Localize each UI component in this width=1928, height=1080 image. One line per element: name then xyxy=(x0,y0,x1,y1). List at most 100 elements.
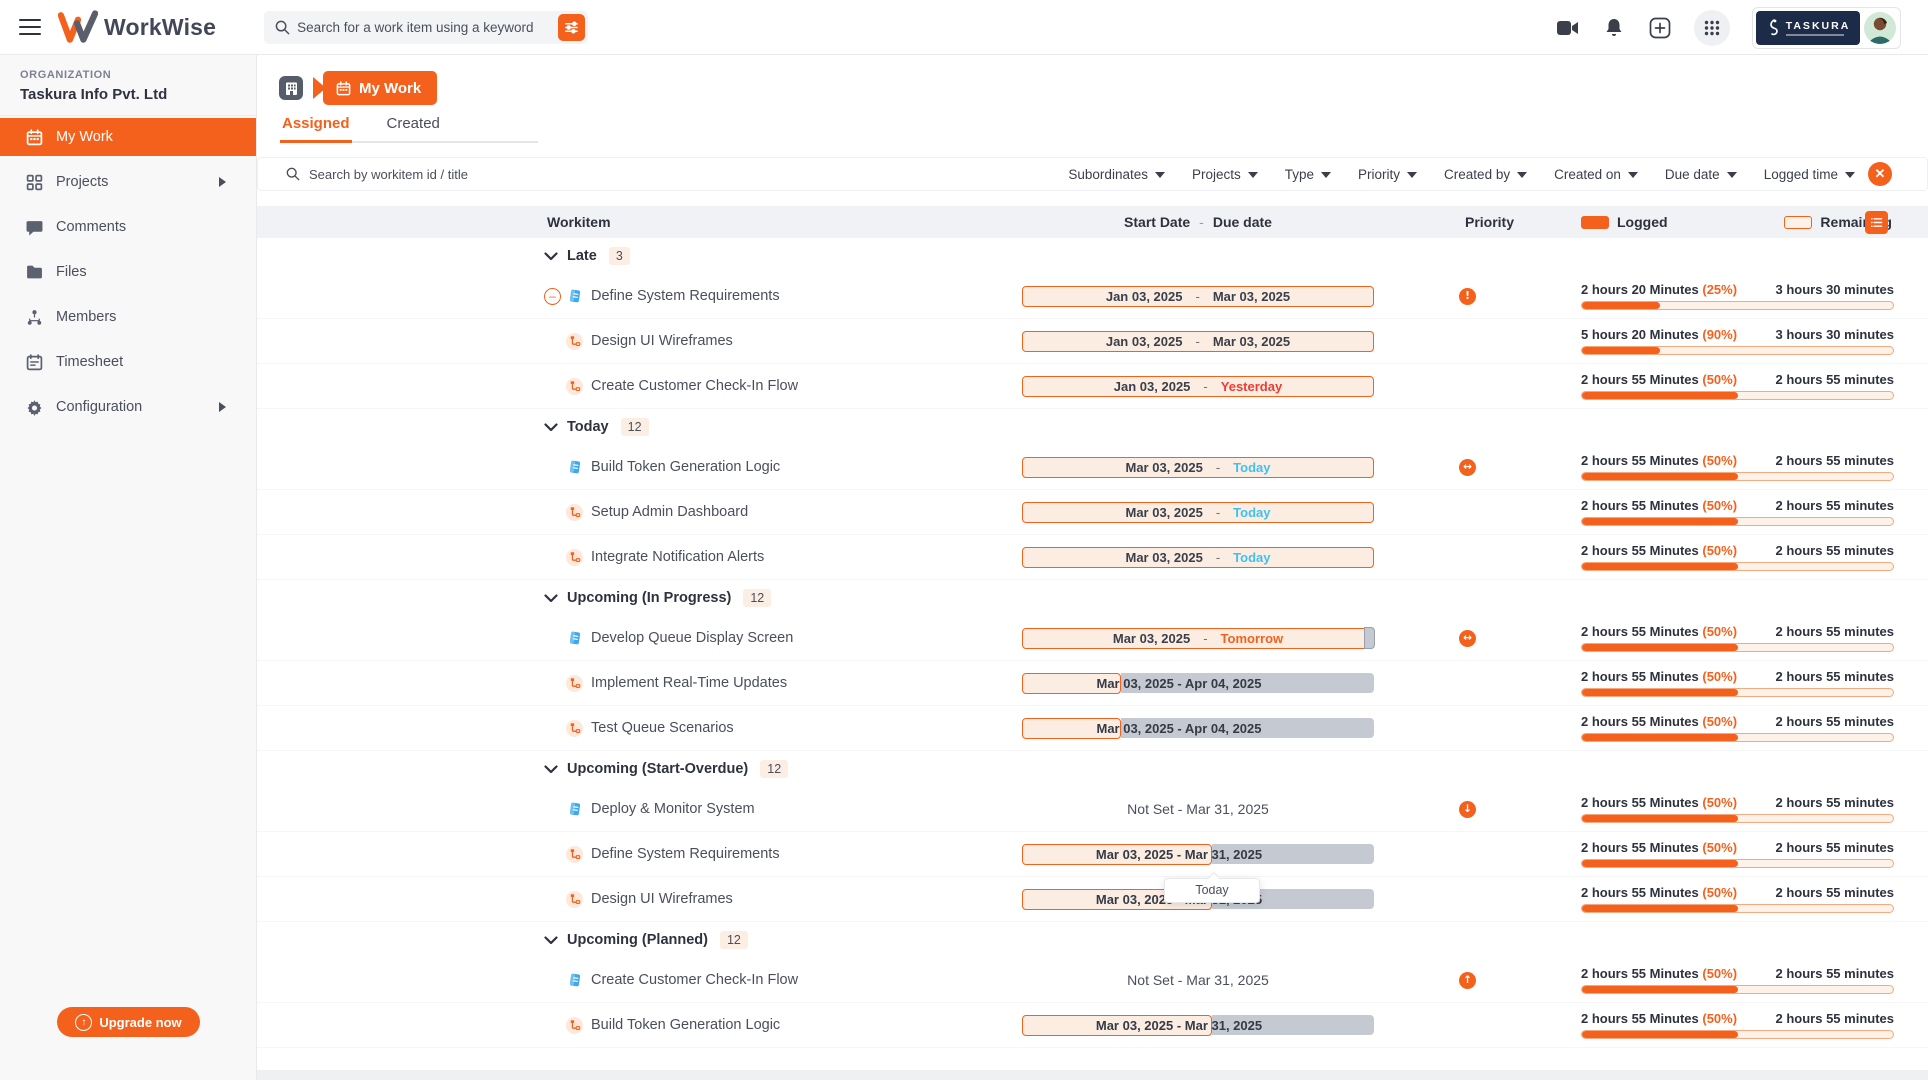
task-icon xyxy=(566,630,583,647)
date-range-pill[interactable]: Mar 03, 2025-Today xyxy=(1022,502,1374,523)
progress-fill xyxy=(1582,986,1738,993)
upgrade-now-button[interactable]: ↑ Upgrade now xyxy=(57,1007,200,1037)
folder-icon xyxy=(25,263,43,281)
filter-label: Due date xyxy=(1665,167,1720,182)
tab-created[interactable]: Created xyxy=(385,111,442,141)
sidebar-item-projects[interactable]: Projects xyxy=(0,163,256,201)
sidebar-item-comments[interactable]: Comments xyxy=(0,208,256,246)
group-header-upcoming-start-overdue-[interactable]: Upcoming (Start-Overdue)12 xyxy=(257,751,1928,787)
date-range-pill[interactable]: Mar 03, 2025-Today xyxy=(1022,457,1374,478)
remaining-time: 2 hours 55 minutes xyxy=(1776,714,1894,729)
search-filter-button[interactable] xyxy=(558,14,585,41)
workitem-title[interactable]: Create Customer Check-In Flow xyxy=(591,378,798,394)
hamburger-menu-icon[interactable] xyxy=(19,15,41,40)
global-search-input[interactable] xyxy=(297,20,588,35)
priority-medium-icon[interactable]: ↔ xyxy=(1459,459,1476,476)
sidebar-item-configuration[interactable]: Configuration xyxy=(0,388,256,426)
workitem-title[interactable]: Create Customer Check-In Flow xyxy=(591,972,798,988)
sidebar-item-timesheet[interactable]: Timesheet xyxy=(0,343,256,381)
workitem-title[interactable]: Build Token Generation Logic xyxy=(591,459,780,475)
sidebar-item-my-work[interactable]: My Work xyxy=(0,118,256,156)
date-gantt-bar[interactable]: Mar 03, 2025 - Mar 31, 2025 xyxy=(1022,1015,1374,1036)
workitem-title[interactable]: Deploy & Monitor System xyxy=(591,801,755,817)
date-range-pill[interactable]: Jan 03, 2025-Yesterday xyxy=(1022,376,1374,397)
workitem-title[interactable]: Implement Real-Time Updates xyxy=(591,675,787,691)
table-row[interactable]: Design UI Wireframes Jan 03, 2025-Mar 03,… xyxy=(257,319,1928,364)
workitem-title[interactable]: Integrate Notification Alerts xyxy=(591,549,764,565)
date-range-pill[interactable]: Jan 03, 2025-Mar 03, 2025 xyxy=(1022,286,1374,307)
date-gantt-bar[interactable]: Mar 03, 2025 - Apr 04, 2025 xyxy=(1022,673,1374,694)
priority-low-icon[interactable]: ↓ xyxy=(1459,801,1476,818)
workitem-title[interactable]: Design UI Wireframes xyxy=(591,333,733,349)
filter-created-on[interactable]: Created on xyxy=(1554,167,1638,182)
notifications-bell-icon[interactable] xyxy=(1602,16,1626,40)
task-icon xyxy=(566,459,583,476)
date-range-pill[interactable]: Jan 03, 2025-Mar 03, 2025 xyxy=(1022,331,1374,352)
logged-percent: (50%) xyxy=(1702,498,1737,513)
table-row[interactable]: Create Customer Check-In Flow Jan 03, 202… xyxy=(257,364,1928,409)
group-header-late[interactable]: Late3 xyxy=(257,238,1928,274)
workitem-title[interactable]: Test Queue Scenarios xyxy=(591,720,734,736)
priority-medium-icon[interactable]: ↔ xyxy=(1459,630,1476,647)
chevron-right-icon xyxy=(219,402,226,412)
column-workitem: Workitem xyxy=(547,214,1022,230)
organization-building-icon[interactable] xyxy=(279,76,303,100)
date-range-pill[interactable]: Mar 03, 2025-Today xyxy=(1022,547,1374,568)
table-row[interactable]: Develop Queue Display Screen Mar 03, 2025… xyxy=(257,616,1928,661)
sidebar-item-files[interactable]: Files xyxy=(0,253,256,291)
group-header-upcoming-in-progress-[interactable]: Upcoming (In Progress)12 xyxy=(257,580,1928,616)
progress-track xyxy=(1581,562,1894,571)
table-row[interactable]: Setup Admin DashboardMar 03, 2025-Today2… xyxy=(257,490,1928,535)
my-work-breadcrumb-tag[interactable]: My Work xyxy=(323,71,437,105)
filter-type[interactable]: Type xyxy=(1285,167,1331,182)
comment-icon xyxy=(25,218,43,236)
filter-logged-time[interactable]: Logged time xyxy=(1764,167,1855,182)
workitem-title[interactable]: Define System Requirements xyxy=(591,288,780,304)
calendar-icon xyxy=(336,81,351,96)
filter-created-by[interactable]: Created by xyxy=(1444,167,1527,182)
remaining-time: 2 hours 55 minutes xyxy=(1776,966,1894,981)
video-call-icon[interactable] xyxy=(1556,16,1580,40)
chevron-down-icon xyxy=(1727,172,1737,178)
priority-high-icon[interactable]: ↑ xyxy=(1459,972,1476,989)
table-row[interactable]: Integrate Notification Alerts Mar 03, 202… xyxy=(257,535,1928,580)
date-gantt-bar[interactable]: Mar 03, 2025 - Apr 04, 2025 xyxy=(1022,718,1374,739)
table-row[interactable]: Design UI WireframesMar 03, 2025 - Mar 3… xyxy=(257,877,1928,922)
table-row[interactable]: Implement Real-Time Updates Mar 03, 2025 … xyxy=(257,661,1928,706)
workitem-title[interactable]: Build Token Generation Logic xyxy=(591,1017,780,1033)
filter-projects[interactable]: Projects xyxy=(1192,167,1258,182)
workitem-title[interactable]: Define System Requirements xyxy=(591,846,780,862)
customize-columns-button[interactable] xyxy=(1865,211,1888,234)
group-header-upcoming-planned-[interactable]: Upcoming (Planned)12 xyxy=(257,922,1928,958)
table-row[interactable]: Define System Requirements Mar 03, 2025 -… xyxy=(257,832,1928,877)
clear-filters-button[interactable]: ✕ xyxy=(1868,162,1892,186)
workitem-title[interactable]: Develop Queue Display Screen xyxy=(591,630,793,646)
apps-grid-icon[interactable] xyxy=(1694,10,1730,46)
priority-urgent-icon[interactable]: ! xyxy=(1459,288,1476,305)
table-row[interactable]: Build Token Generation Logic Mar 03, 2025… xyxy=(257,1003,1928,1048)
filter-due-date[interactable]: Due date xyxy=(1665,167,1737,182)
workitem-title[interactable]: Setup Admin Dashboard xyxy=(591,504,748,520)
table-row[interactable]: Create Customer Check-In FlowNot Set - M… xyxy=(257,958,1928,1003)
sidebar-item-members[interactable]: Members xyxy=(0,298,256,336)
table-row[interactable]: Test Queue Scenarios Mar 03, 2025 - Apr 0… xyxy=(257,706,1928,751)
user-avatar[interactable] xyxy=(1864,12,1896,44)
group-header-today[interactable]: Today12 xyxy=(257,409,1928,445)
filter-priority[interactable]: Priority xyxy=(1358,167,1417,182)
date-gantt-bar[interactable]: Mar 03, 2025 - Mar 31, 2025 xyxy=(1022,844,1374,865)
workitem-title[interactable]: Design UI Wireframes xyxy=(591,891,733,907)
collapse-toggle[interactable]: – xyxy=(544,288,566,305)
table-row[interactable]: Deploy & Monitor SystemNot Set - Mar 31,… xyxy=(257,787,1928,832)
workitem-search-input[interactable] xyxy=(309,167,729,182)
collapse-minus-icon[interactable]: – xyxy=(544,288,561,305)
date-range-pill[interactable]: Mar 03, 2025-Tomorrow xyxy=(1022,628,1374,649)
add-new-icon[interactable] xyxy=(1648,16,1672,40)
table-row[interactable]: Build Token Generation Logic Mar 03, 2025… xyxy=(257,445,1928,490)
tab-assigned[interactable]: Assigned xyxy=(280,111,352,143)
filter-subordinates[interactable]: Subordinates xyxy=(1068,167,1165,182)
horizontal-scrollbar[interactable] xyxy=(257,1070,1928,1080)
main-content: My Work Assigned Created Subordinates Pro… xyxy=(257,55,1928,1080)
table-row[interactable]: – Define System Requirements Jan 03, 2025-… xyxy=(257,274,1928,319)
group-count-badge: 12 xyxy=(621,418,649,436)
workspace-switcher[interactable]: TASKURA xyxy=(1752,7,1901,49)
